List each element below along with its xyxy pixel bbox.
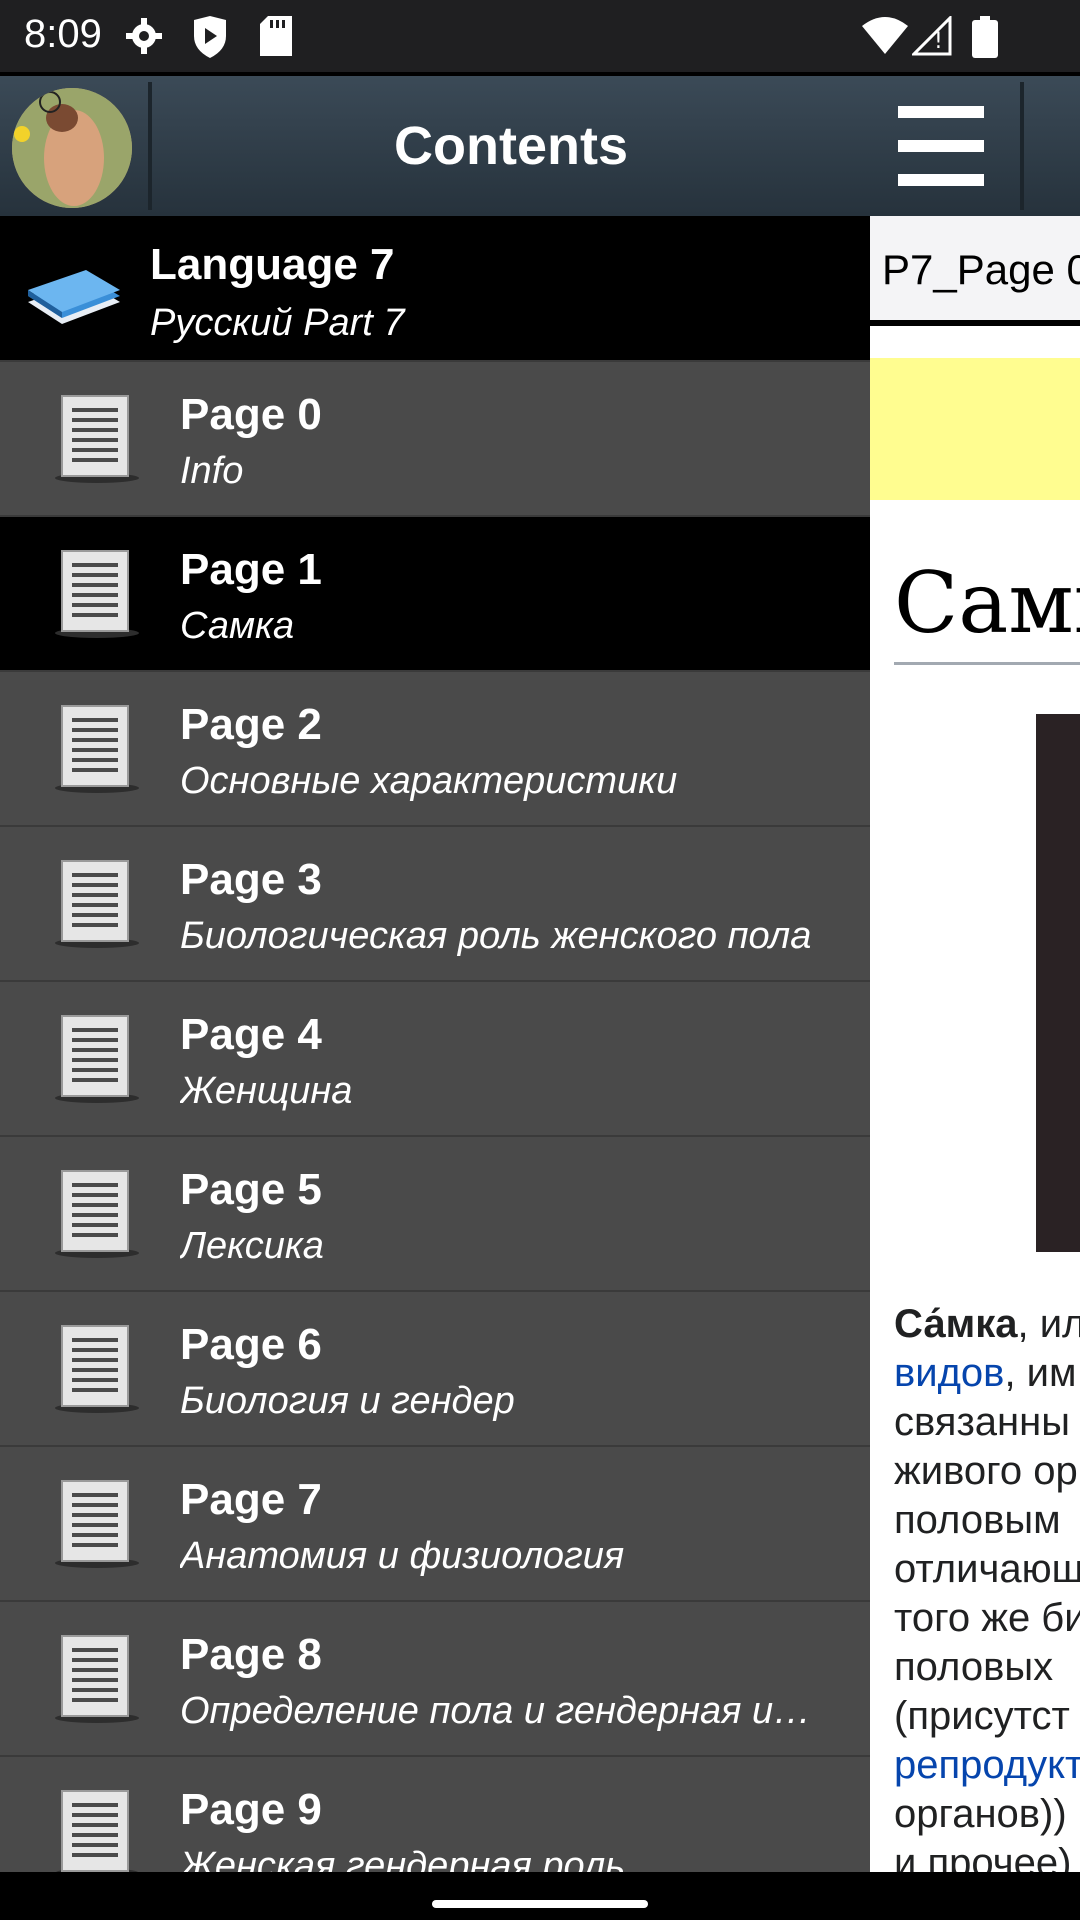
page-item-subtitle: Основные характеристики — [180, 760, 678, 802]
page-item-subtitle: Биология и гендер — [180, 1380, 515, 1422]
page-item-subtitle: Женщина — [180, 1070, 353, 1112]
document-icon — [52, 1477, 142, 1569]
article-line: Са́мка, ил — [894, 1300, 1080, 1349]
page-item-subtitle: Определение пола и гендерная и… — [180, 1690, 812, 1732]
page-item-title: Page 5 — [180, 1165, 322, 1214]
play-shield-icon — [192, 16, 228, 62]
status-time: 8:09 — [24, 12, 102, 56]
signal-icon: ! — [910, 14, 952, 60]
page-list: Page 0 Info Page 1 Самка Page 2 Основные… — [0, 360, 870, 1872]
page-item-subtitle: Info — [180, 450, 244, 492]
avatar[interactable] — [12, 88, 132, 208]
article-text-span: половых — [894, 1645, 1054, 1689]
article-line: отличающ — [894, 1545, 1080, 1594]
sd-card-icon — [260, 16, 292, 60]
document-icon — [52, 1632, 142, 1724]
page-list-item-5[interactable]: Page 5 Лексика — [0, 1135, 870, 1290]
article-line: видов, им — [894, 1349, 1080, 1398]
page-item-subtitle: Самка — [180, 605, 295, 647]
page-list-item-4[interactable]: Page 4 Женщина — [0, 980, 870, 1135]
heading-divider — [894, 662, 1080, 665]
article-line: того же би — [894, 1594, 1080, 1643]
page-item-title: Page 8 — [180, 1630, 322, 1679]
article-text-span: того же би — [894, 1596, 1080, 1640]
page-item-title: Page 6 — [180, 1320, 322, 1369]
article-text-span: и прочее) — [894, 1841, 1072, 1872]
status-bar: 8:09 ! — [0, 0, 1080, 72]
article-text-span: Са́мка — [894, 1302, 1018, 1346]
page-item-title: Page 7 — [180, 1475, 322, 1524]
document-icon — [52, 392, 142, 484]
article-line: органов)) — [894, 1790, 1080, 1839]
page-item-title: Page 4 — [180, 1010, 322, 1059]
article-text-span: живого ор — [894, 1449, 1078, 1493]
content-toolbar — [870, 76, 1080, 216]
article-text-span: (присутст — [894, 1694, 1070, 1738]
page-item-subtitle: Женская гендерная роль — [180, 1845, 626, 1872]
article-line: репродукт — [894, 1741, 1080, 1790]
tab-label: P7_Page 0 — [882, 246, 1080, 293]
toolbar-divider — [1020, 82, 1024, 210]
page-item-title: Page 1 — [180, 545, 322, 594]
article-line: (присутст — [894, 1692, 1080, 1741]
drawer-title: Contents — [394, 116, 628, 176]
document-icon — [52, 1787, 142, 1872]
page-list-item-3[interactable]: Page 3 Биологическая роль женского пола — [0, 825, 870, 980]
article-text-span: , им — [1004, 1351, 1077, 1395]
home-gesture-handle[interactable] — [432, 1900, 648, 1908]
gear-icon — [124, 16, 164, 60]
document-icon — [52, 1012, 142, 1104]
page-list-item-6[interactable]: Page 6 Биология и гендер — [0, 1290, 870, 1445]
page-item-title: Page 9 — [180, 1785, 322, 1834]
page-item-subtitle: Лексика — [180, 1225, 324, 1267]
tab-page[interactable]: P7_Page 0 — [870, 216, 1080, 326]
hamburger-menu-icon[interactable] — [898, 106, 984, 186]
book-icon — [24, 246, 124, 326]
page-list-item-9[interactable]: Page 9 Женская гендерная роль — [0, 1755, 870, 1872]
battery-icon — [972, 16, 998, 62]
article-text-span: , ил — [1017, 1302, 1080, 1346]
article-text-span: органов)) — [894, 1792, 1067, 1836]
article-content[interactable]: P7_Page 0 Самка Са́мка, илвидов, имсвяза… — [870, 76, 1080, 1872]
page-list-item-0[interactable]: Page 0 Info — [0, 360, 870, 515]
page-item-title: Page 3 — [180, 855, 322, 904]
document-icon — [52, 857, 142, 949]
article-line: живого ор — [894, 1447, 1080, 1496]
book-subtitle: Русский Part 7 — [150, 302, 405, 344]
document-icon — [52, 702, 142, 794]
article-body: Са́мка, ил видов, им связанны живого ор поло… — [894, 1300, 1080, 1872]
navigation-drawer: Contents Language 7 Русский Part 7 Page … — [0, 76, 870, 1872]
page-list-item-2[interactable]: Page 2 Основные характеристики — [0, 670, 870, 825]
article-link[interactable]: репродукт — [894, 1743, 1080, 1787]
article-text-span: отличающ — [894, 1547, 1080, 1591]
article-link[interactable]: видов — [894, 1351, 1004, 1395]
document-icon — [52, 1167, 142, 1259]
document-icon — [52, 547, 142, 639]
page-item-title: Page 2 — [180, 700, 322, 749]
page-list-item-8[interactable]: Page 8 Определение пола и гендерная и… — [0, 1600, 870, 1755]
book-item[interactable]: Language 7 Русский Part 7 — [0, 216, 870, 360]
page-list-item-1[interactable]: Page 1 Самка — [0, 515, 870, 670]
article-line: половым — [894, 1496, 1080, 1545]
article-line: половых — [894, 1643, 1080, 1692]
page-item-subtitle: Анатомия и физиология — [180, 1535, 625, 1577]
drawer-header: Contents — [0, 76, 870, 216]
article-line: связанны — [894, 1398, 1080, 1447]
article-heading: Самка — [894, 554, 1080, 652]
svg-text:!: ! — [934, 29, 943, 54]
page-item-subtitle: Биологическая роль женского пола — [180, 915, 812, 957]
wifi-icon — [862, 16, 908, 60]
article-line: и прочее) — [894, 1839, 1080, 1872]
system-nav-bar — [0, 1872, 1080, 1920]
article-text-span: связанны — [894, 1400, 1070, 1444]
article-text-span: половым — [894, 1498, 1061, 1542]
document-icon — [52, 1322, 142, 1414]
article-image[interactable] — [1036, 714, 1080, 1252]
page-list-item-7[interactable]: Page 7 Анатомия и физиология — [0, 1445, 870, 1600]
book-title: Language 7 — [150, 240, 395, 289]
page-item-title: Page 0 — [180, 390, 322, 439]
notice-banner — [870, 358, 1080, 500]
